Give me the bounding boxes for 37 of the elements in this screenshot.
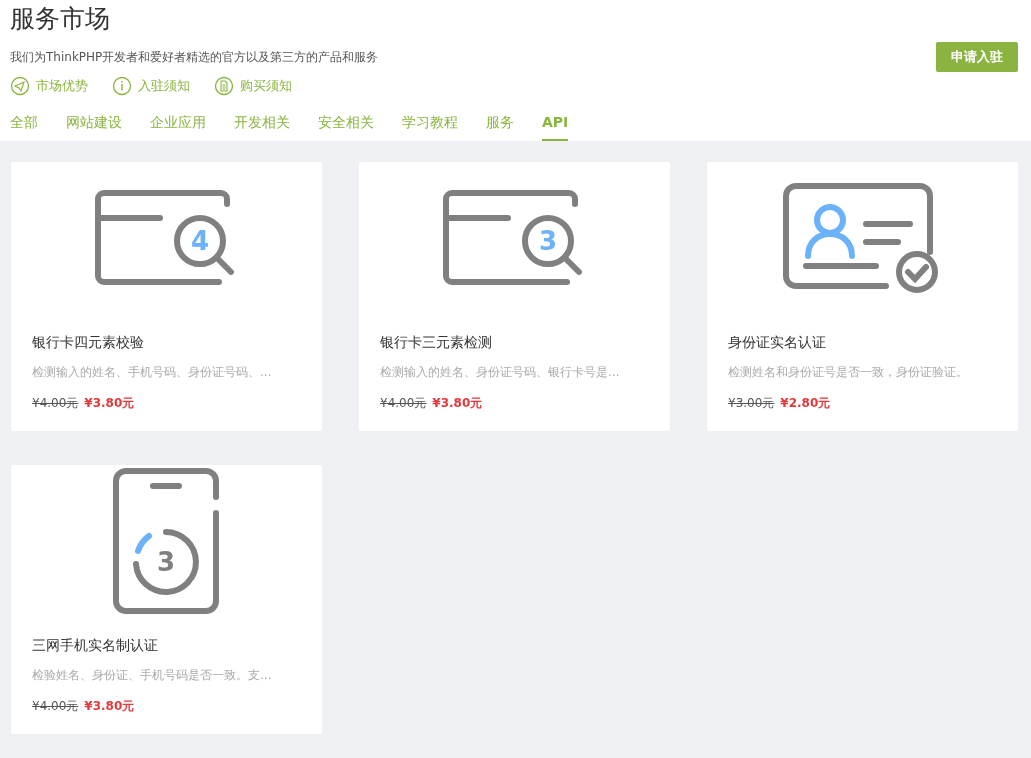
page-subtitle: 我们为ThinkPHP开发者和爱好者精选的官方以及第三方的产品和服务 [10,48,379,66]
sale-price: ¥3.80元 [432,395,483,410]
original-price: ¥3.00元 [728,395,775,410]
product-name: 身份证实名认证 [728,332,827,352]
product-card[interactable]: 4 银行卡四元素校验 检测输入的姓名、手机号码、身份证号码、... ¥4.00元 ¥3.80元 [11,161,322,431]
info-icon [112,75,132,96]
product-name: 三网手机实名制认证 [32,635,159,655]
product-card[interactable]: 身份证实名认证 检测姓名和身份证号是否一致，身份证验证。 ¥3.00元 ¥2.80元 [707,161,1018,431]
product-description: 检测输入的姓名、手机号码、身份证号码、... [32,363,273,381]
original-price: ¥4.00元 [380,395,427,410]
document-icon [214,75,234,96]
category-tab[interactable]: 网站建设 [66,111,122,141]
sale-price: ¥3.80元 [84,698,135,713]
apply-button[interactable]: 申请入驻 [936,42,1018,72]
sale-price: ¥3.80元 [84,395,135,410]
product-description: 检测姓名和身份证号是否一致，身份证验证。 [728,363,969,381]
sale-price: ¥2.80元 [780,395,831,410]
product-name: 银行卡三元素检测 [380,332,493,352]
category-tab[interactable]: 学习教程 [402,111,458,141]
category-tab[interactable]: 全部 [10,111,38,141]
paper-plane-icon [10,75,30,96]
original-price: ¥4.00元 [32,698,79,713]
category-tab[interactable]: API [542,111,569,141]
category-tab[interactable]: 开发相关 [234,111,290,141]
original-price: ¥4.00元 [32,395,79,410]
category-tab[interactable]: 安全相关 [318,111,374,141]
product-card[interactable]: 3 银行卡三元素检测 检测输入的姓名、身份证号码、银行卡号是... ¥4.00元 ¥3.80元 [359,161,670,431]
info-link[interactable]: 入驻须知 [112,75,190,96]
product-description: 检验姓名、身份证、手机号码是否一致。支... [32,666,273,684]
info-link[interactable]: 购买须知 [214,75,292,96]
product-description: 检测输入的姓名、身份证号码、银行卡号是... [380,363,621,381]
info-link[interactable]: 市场优势 [10,75,88,96]
category-tab[interactable]: 服务 [486,111,514,141]
category-tab[interactable]: 企业应用 [150,111,206,141]
product-card[interactable]: 3 三网手机实名制认证 检验姓名、身份证、手机号码是否一致。支... ¥4.00元 ¥3.80元 [11,464,322,734]
page-title: 服务市场 [10,4,111,34]
product-name: 银行卡四元素校验 [32,332,145,352]
